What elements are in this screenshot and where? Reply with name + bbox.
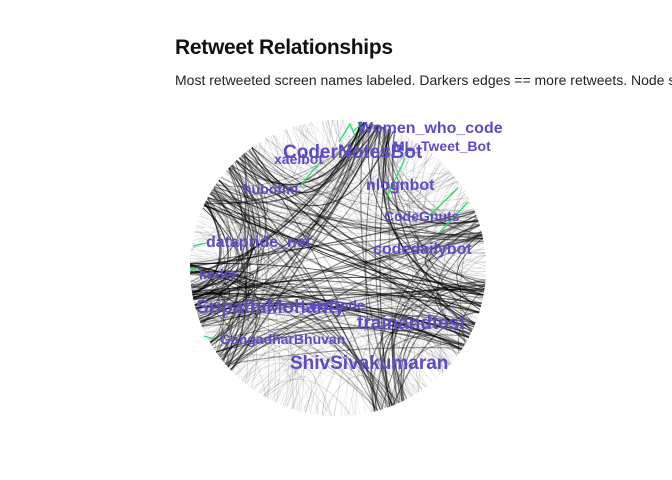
retweet-network-graph: Women_who_codeML_Tweet_BotCoderNotesBotx… <box>189 119 503 417</box>
node-label-shivsivakumaran: ShivSivakumaran <box>290 353 448 374</box>
node-label-hubofml: hubofml <box>243 181 298 197</box>
node-label-women-who-code: Women_who_code <box>358 120 503 137</box>
edge-spoke <box>316 121 319 133</box>
edge-spoke <box>280 131 285 140</box>
edge-spoke <box>356 392 360 415</box>
node-label-koder: koder <box>199 266 238 282</box>
node-label-trainandtest: trainandtest <box>357 313 466 334</box>
node-label-codegnuts: CodeGnuts <box>384 208 460 224</box>
node-label-nlognbot: nlognbot <box>366 177 435 194</box>
node-label-xaelbot: xaelbot <box>274 151 323 167</box>
node-label-gangadharbhuvan: GangadharBhuvan <box>220 331 345 347</box>
edge-spoke <box>190 255 208 258</box>
edge <box>235 357 294 408</box>
edge-spoke <box>351 397 354 416</box>
node-label-sripathimohanty: SripathiMohanty <box>196 297 345 318</box>
node-label-datapride-net: datapride_net <box>206 234 312 251</box>
node-label-codedailybot: codedailybot <box>373 241 472 258</box>
